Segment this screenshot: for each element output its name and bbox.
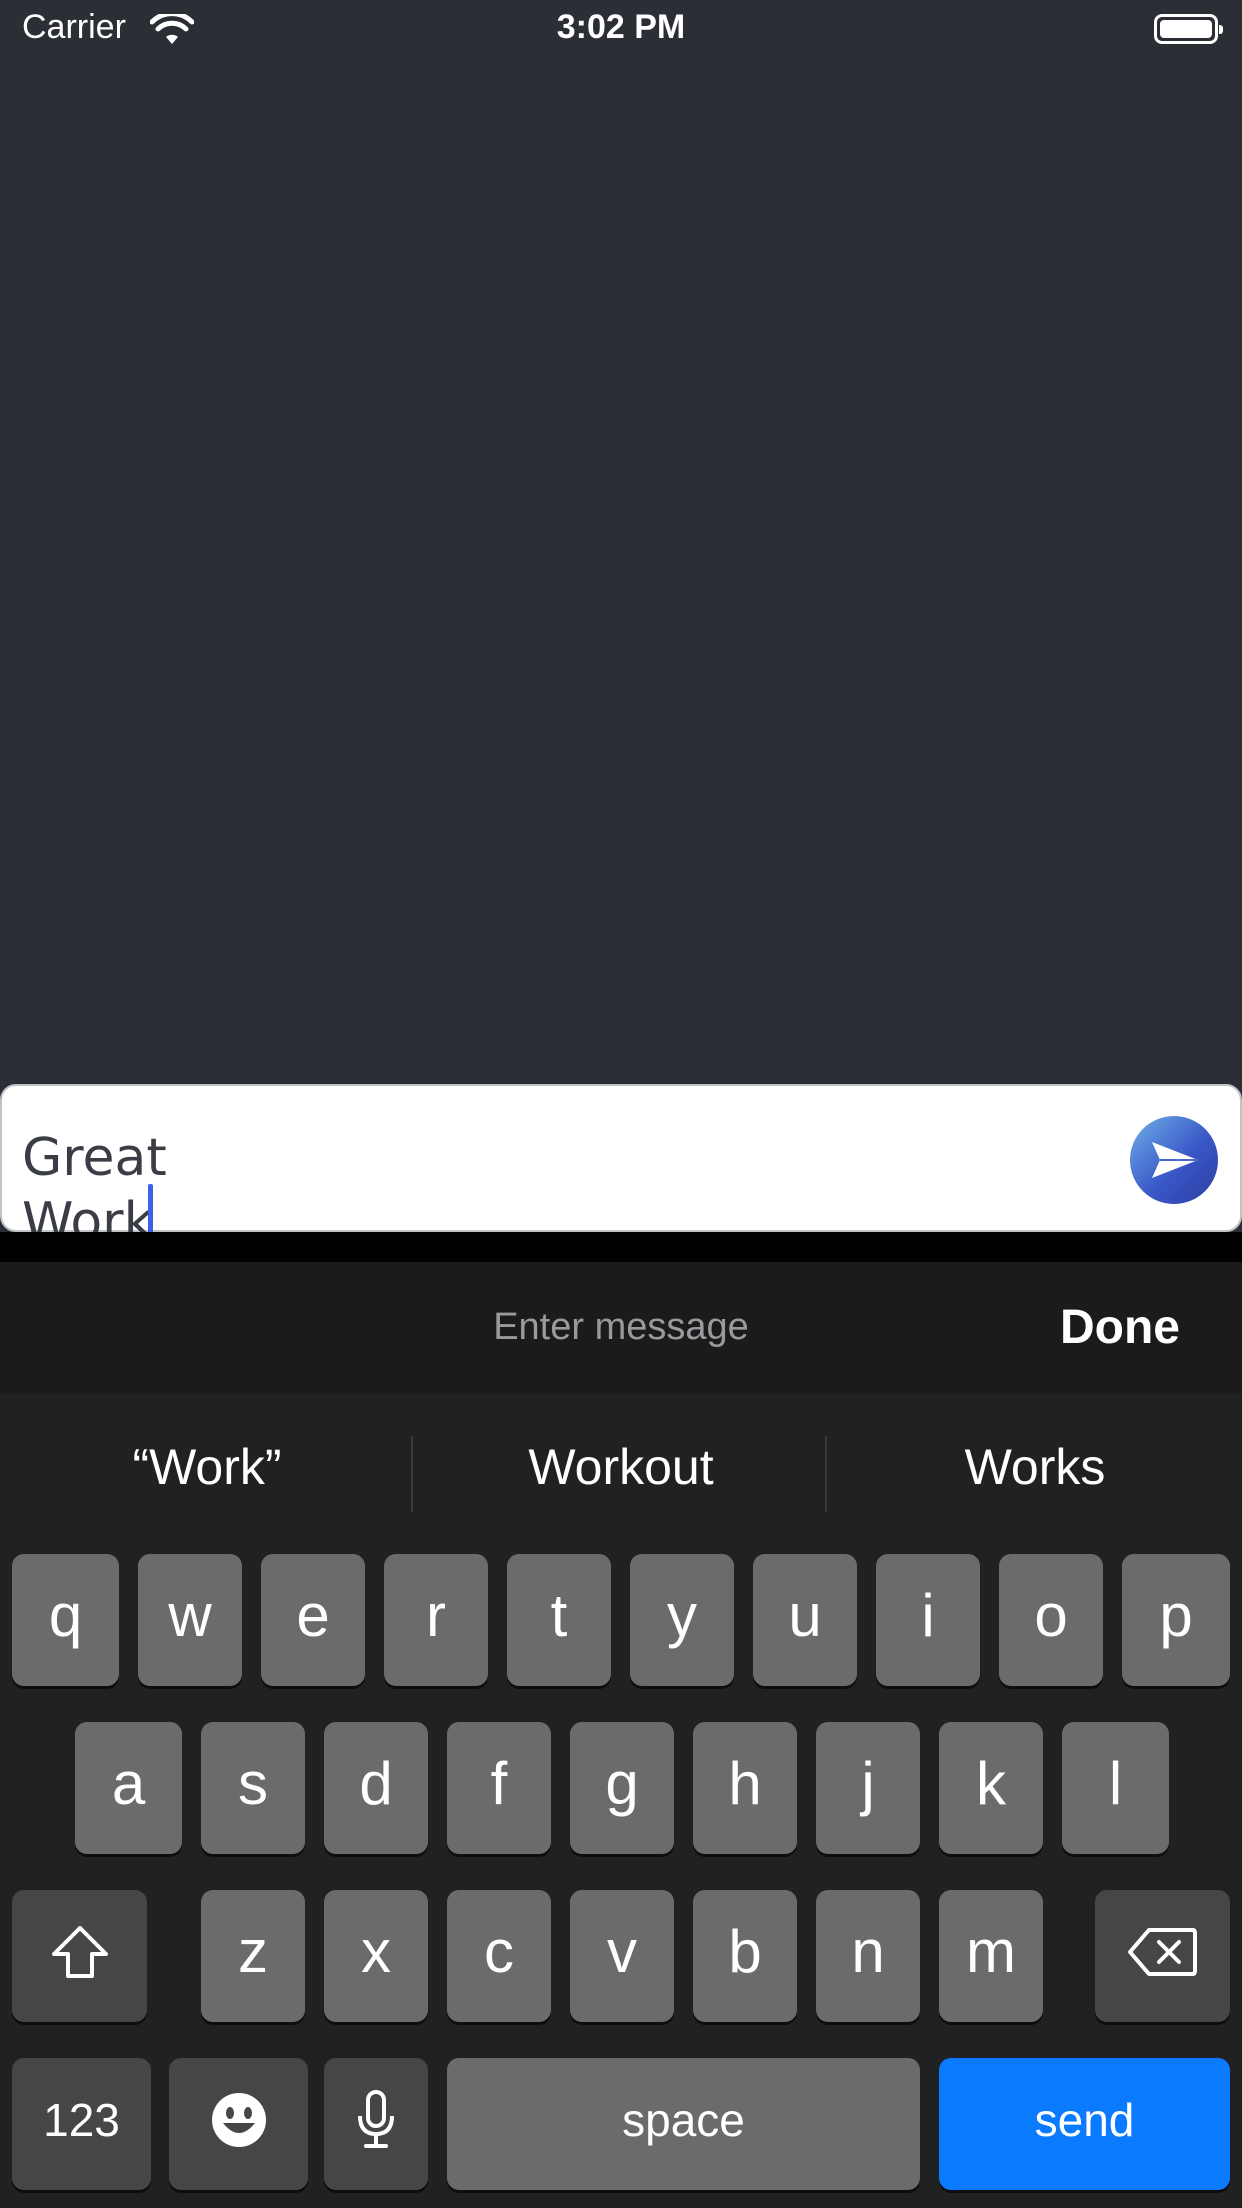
done-button[interactable]: Done: [1060, 1300, 1180, 1355]
key-t[interactable]: t: [507, 1554, 611, 1686]
status-time: 3:02 PM: [556, 8, 686, 46]
key-p[interactable]: p: [1122, 1554, 1230, 1686]
key-k[interactable]: k: [939, 1722, 1043, 1854]
emoji-icon: [211, 2093, 266, 2148]
microphone-icon: [358, 2090, 394, 2149]
key-h[interactable]: h: [693, 1722, 797, 1854]
suggestion-2[interactable]: Workout: [414, 1438, 828, 1496]
suggestion-3[interactable]: Works: [828, 1438, 1242, 1496]
key-e[interactable]: e: [261, 1554, 365, 1686]
key-l[interactable]: l: [1062, 1722, 1169, 1854]
key-x[interactable]: x: [324, 1890, 428, 2022]
key-z[interactable]: z: [201, 1890, 305, 2022]
key-q[interactable]: q: [12, 1554, 119, 1686]
status-bar: Carrier 3:02 PM: [0, 0, 1242, 62]
shift-arrow-icon: [51, 1926, 108, 1979]
key-w[interactable]: w: [138, 1554, 242, 1686]
accessory-placeholder: Enter message: [493, 1306, 749, 1348]
shift-key[interactable]: [12, 1890, 147, 2022]
key-i[interactable]: i: [876, 1554, 980, 1686]
space-key[interactable]: space: [447, 2058, 920, 2190]
key-m[interactable]: m: [939, 1890, 1043, 2022]
key-b[interactable]: b: [693, 1890, 797, 2022]
keyboard-accessory-bar: Enter message Done: [0, 1262, 1242, 1394]
key-r[interactable]: r: [384, 1554, 488, 1686]
key-a[interactable]: a: [75, 1722, 182, 1854]
suggestion-divider: [825, 1436, 827, 1512]
delete-key[interactable]: [1095, 1890, 1230, 2022]
paper-plane-icon: [1152, 1142, 1198, 1178]
send-button[interactable]: [1130, 1116, 1218, 1204]
suggestion-divider: [411, 1436, 413, 1512]
battery-icon: [1154, 14, 1223, 44]
backspace-icon: [1127, 1928, 1197, 1977]
key-g[interactable]: g: [570, 1722, 674, 1854]
key-j[interactable]: j: [816, 1722, 920, 1854]
keyboard-top-gap: [0, 1232, 1242, 1262]
emoji-key[interactable]: [169, 2058, 308, 2190]
key-d[interactable]: d: [324, 1722, 428, 1854]
message-composer: Great Work: [0, 1084, 1242, 1258]
key-y[interactable]: y: [630, 1554, 734, 1686]
dictation-key[interactable]: [324, 2058, 428, 2190]
key-n[interactable]: n: [816, 1890, 920, 2022]
suggestion-1[interactable]: “Work”: [0, 1438, 414, 1496]
predictive-bar: “Work” Workout Works: [0, 1394, 1242, 1554]
keyboard: Enter message Done “Work” Workout Works …: [0, 1262, 1242, 2208]
key-s[interactable]: s: [201, 1722, 305, 1854]
key-o[interactable]: o: [999, 1554, 1103, 1686]
key-f[interactable]: f: [447, 1722, 551, 1854]
send-key[interactable]: send: [939, 2058, 1230, 2190]
key-u[interactable]: u: [753, 1554, 857, 1686]
key-v[interactable]: v: [570, 1890, 674, 2022]
numbers-key[interactable]: 123: [12, 2058, 151, 2190]
key-c[interactable]: c: [447, 1890, 551, 2022]
